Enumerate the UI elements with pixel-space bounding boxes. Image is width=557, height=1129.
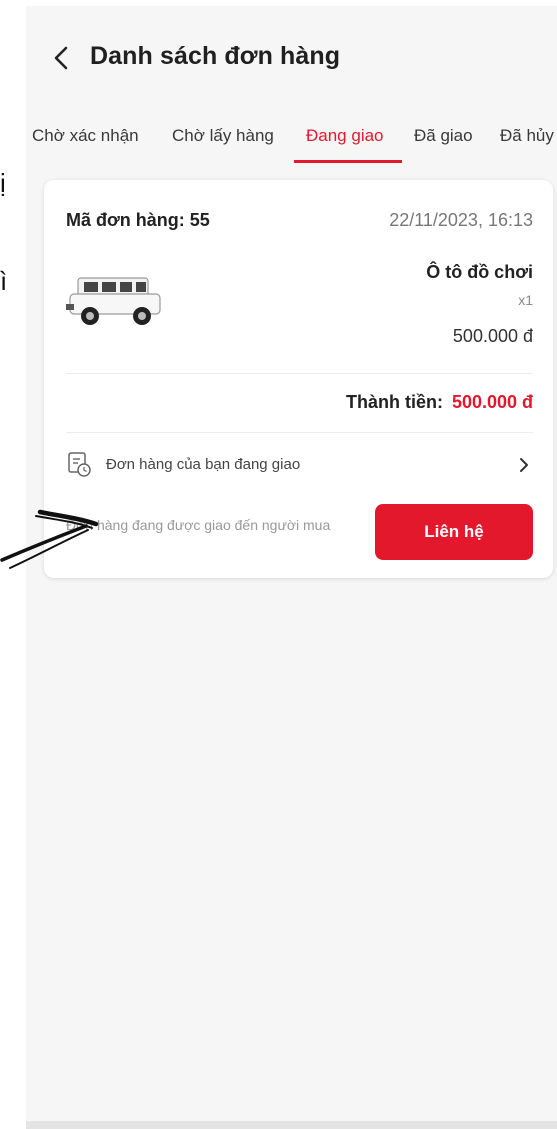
- order-card[interactable]: Mã đơn hàng: 55 22/11/2023, 16:13 Ô tô đ…: [44, 180, 553, 578]
- chevron-left-icon: [54, 46, 68, 70]
- bottom-edge: [26, 1121, 557, 1129]
- tab-da-huy[interactable]: Đã hủy: [500, 126, 554, 146]
- total-label: Thành tiền:: [346, 392, 443, 412]
- delivery-status-text: Đơn hàng của bạn đang giao: [106, 456, 301, 473]
- delivery-status-icon: [68, 452, 91, 477]
- tab-cho-lay-hang[interactable]: Chờ lấy hàng: [172, 126, 274, 146]
- product-quantity: x1: [518, 292, 533, 308]
- order-status-tabs: Chờ xác nhận Chờ lấy hàng Đang giao Đã g…: [26, 114, 557, 164]
- product-price: 500.000 đ: [452, 326, 533, 346]
- tab-da-giao[interactable]: Đã giao: [414, 126, 473, 146]
- delivery-status-row[interactable]: Đơn hàng của bạn đang giao: [44, 448, 553, 488]
- chevron-right-icon: [520, 458, 528, 472]
- contact-button[interactable]: Liên hệ: [375, 504, 533, 560]
- divider: [66, 432, 533, 433]
- tab-dang-giao[interactable]: Đang giao: [306, 126, 384, 146]
- side-text-fragment: ị: [0, 168, 6, 198]
- product-name: Ô tô đồ chơi: [426, 262, 533, 282]
- order-id: Mã đơn hàng: 55: [66, 210, 210, 230]
- order-date: 22/11/2023, 16:13: [389, 210, 533, 230]
- total-value: 500.000 đ: [451, 392, 533, 412]
- header: Danh sách đơn hàng: [26, 6, 557, 102]
- active-tab-indicator: [294, 160, 402, 163]
- side-text-fragment: ì: [0, 266, 8, 296]
- hand-drawn-arrow: [0, 509, 99, 569]
- back-button[interactable]: [48, 40, 78, 76]
- tab-cho-xac-nhan[interactable]: Chờ xác nhận: [32, 126, 139, 146]
- toy-car-image: [66, 277, 161, 325]
- divider: [66, 373, 533, 374]
- page-title: Danh sách đơn hàng: [90, 42, 341, 70]
